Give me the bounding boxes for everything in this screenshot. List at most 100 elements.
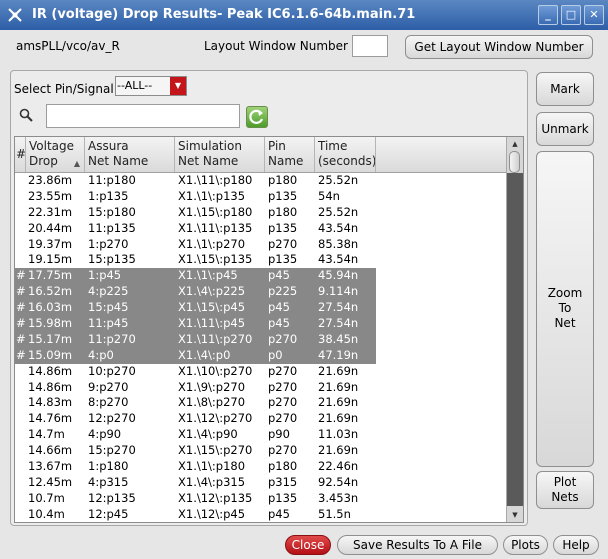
- cell-simulation-net: X1.\11\:p135: [178, 220, 253, 235]
- cell-simulation-net: X1.\1\:p45: [178, 268, 238, 283]
- cell-time: 22.46n: [318, 459, 359, 474]
- help-button[interactable]: Help: [553, 535, 599, 555]
- col-header-assura-net[interactable]: Assura Net Name: [85, 137, 175, 172]
- mark-button[interactable]: Mark: [536, 72, 594, 106]
- cell-simulation-net: X1.\11\:p270: [178, 331, 253, 346]
- col-header-time[interactable]: Time (seconds): [315, 137, 376, 172]
- cell-pin-name: p270: [268, 236, 298, 251]
- cell-voltage-drop: 10.7m: [28, 490, 65, 505]
- scroll-track[interactable]: [507, 173, 523, 506]
- col-header-voltage-drop[interactable]: Voltage Drop ▲: [26, 137, 85, 172]
- cell-simulation-net: X1.\10\:p270: [178, 363, 253, 378]
- table-row[interactable]: 14.7m 4:p90 X1.\4\:p90 p90 11.03n: [15, 427, 509, 443]
- table-row[interactable]: 19.37m 1:p270 X1.\1\:p270 p270 85.38n: [15, 237, 509, 253]
- table-row[interactable]: 10.7m 12:p135 X1.\12\:p135 p135 3.453n: [15, 491, 509, 507]
- col-header-pin-name[interactable]: Pin Name: [265, 137, 315, 172]
- table-row[interactable]: #15.09m 4:p0 X1.\4\:p0 p0 47.19n: [15, 347, 509, 364]
- cell-time: 9.114n: [318, 284, 359, 299]
- table-row[interactable]: 23.86m 11:p180 X1.\11\:p180 p180 25.52n: [15, 173, 509, 189]
- table-row[interactable]: 12.45m 4:p315 X1.\4\:p315 p315 92.54n: [15, 475, 509, 491]
- get-layout-window-number-button[interactable]: Get Layout Window Number: [405, 35, 593, 59]
- maximize-button[interactable]: □: [561, 5, 581, 25]
- scroll-down-icon[interactable]: ▼: [507, 508, 523, 522]
- cell-time: 27.54n: [318, 300, 359, 315]
- cell-assura-net: 12:p135: [88, 490, 136, 505]
- table-row[interactable]: 23.55m 1:p135 X1.\1\:p135 p135 54n: [15, 189, 509, 205]
- plot-nets-button[interactable]: Plot Nets: [536, 471, 594, 509]
- close-button[interactable]: Close: [285, 535, 331, 555]
- cell-time: 27.54n: [318, 316, 359, 331]
- cell-simulation-net: X1.\11\:p180: [178, 173, 253, 187]
- cell-assura-net: 11:p180: [88, 173, 136, 187]
- col-header-mark[interactable]: #: [15, 137, 26, 172]
- layout-window-number-input[interactable]: [352, 35, 388, 57]
- cell-voltage-drop: 14.86m: [28, 379, 73, 394]
- cell-time: 45.94n: [318, 268, 359, 283]
- row-mark: #: [16, 316, 26, 331]
- row-mark: #: [16, 347, 26, 362]
- cell-assura-net: 9:p270: [88, 379, 129, 394]
- app-icon[interactable]: [6, 6, 24, 24]
- row-mark: #: [16, 284, 26, 299]
- table-row[interactable]: 14.86m 10:p270 X1.\10\:p270 p270 21.69n: [15, 364, 509, 380]
- cell-voltage-drop: 23.86m: [28, 173, 73, 187]
- table-row[interactable]: 14.86m 9:p270 X1.\9\:p270 p270 21.69n: [15, 380, 509, 396]
- save-results-button[interactable]: Save Results To A File: [337, 535, 498, 555]
- table-row[interactable]: 10.4m 12:p45 X1.\12\:p45 p45 51.5n: [15, 507, 509, 522]
- col-header-simulation-net[interactable]: Simulation Net Name: [175, 137, 265, 172]
- zoom-to-net-button[interactable]: Zoom To Net: [536, 151, 594, 467]
- cell-time: 38.45n: [318, 331, 359, 346]
- cell-time: 21.69n: [318, 363, 359, 378]
- table-row[interactable]: 14.66m 15:p270 X1.\15\:p270 p270 21.69n: [15, 443, 509, 459]
- title-bar: IR (voltage) Drop Results- Peak IC6.1.6-…: [0, 0, 608, 30]
- minimize-button[interactable]: _: [538, 5, 558, 25]
- cell-pin-name: p90: [268, 427, 290, 442]
- table-row[interactable]: 14.76m 12:p270 X1.\12\:p270 p270 21.69n: [15, 411, 509, 427]
- scroll-thumb[interactable]: [509, 151, 520, 173]
- cell-simulation-net: X1.\12\:p135: [178, 490, 253, 505]
- cell-pin-name: p270: [268, 331, 298, 346]
- cell-pin-name: p180: [268, 204, 298, 219]
- cell-voltage-drop: 17.75m: [28, 268, 73, 283]
- table-row[interactable]: #16.52m 4:p225 X1.\4\:p225 p225 9.114n: [15, 284, 509, 301]
- scroll-up-icon[interactable]: ▲: [507, 137, 523, 151]
- cell-path-label: amsPLL/vco/av_R: [16, 39, 120, 53]
- cell-pin-name: p315: [268, 474, 298, 489]
- table-row[interactable]: #15.17m 11:p270 X1.\11\:p270 p270 38.45n: [15, 331, 509, 348]
- cell-assura-net: 15:p45: [88, 300, 129, 315]
- table-row[interactable]: 19.15m 15:p135 X1.\15\:p135 p135 43.54n: [15, 252, 509, 268]
- table-row[interactable]: 14.83m 8:p270 X1.\8\:p270 p270 21.69n: [15, 395, 509, 411]
- cell-time: 11.03n: [318, 427, 359, 442]
- cell-pin-name: p45: [268, 300, 290, 315]
- plot-nets-line-1: Plot: [553, 475, 577, 489]
- cell-voltage-drop: 15.09m: [28, 347, 73, 362]
- table-row[interactable]: #15.98m 11:p45 X1.\11\:p45 p45 27.54n: [15, 316, 509, 332]
- window-title: IR (voltage) Drop Results- Peak IC6.1.6-…: [32, 7, 416, 22]
- cell-assura-net: 15:p180: [88, 204, 136, 219]
- table-row[interactable]: 13.67m 1:p180 X1.\1\:p180 p180 22.46n: [15, 459, 509, 475]
- cell-simulation-net: X1.\1\:p135: [178, 188, 246, 203]
- cell-simulation-net: X1.\11\:p45: [178, 316, 246, 331]
- search-icon: [19, 108, 33, 122]
- apply-search-button[interactable]: [246, 106, 268, 128]
- window-close-button[interactable]: ✕: [584, 5, 604, 25]
- pin-signal-select[interactable]: --ALL-- ▼: [115, 76, 187, 96]
- layout-window-label: Layout Window Number: [204, 39, 348, 53]
- cell-assura-net: 1:p45: [88, 268, 122, 283]
- cell-assura-net: 4:p0: [88, 347, 114, 362]
- cell-time: 47.19n: [318, 347, 359, 362]
- dropdown-arrow-icon[interactable]: ▼: [170, 77, 186, 95]
- table-row[interactable]: 20.44m 11:p135 X1.\11\:p135 p135 43.54n: [15, 221, 509, 237]
- table-row[interactable]: #16.03m 15:p45 X1.\15\:p45 p45 27.54n: [15, 300, 509, 317]
- cell-time: 43.54n: [318, 220, 359, 235]
- cell-time: 21.69n: [318, 379, 359, 394]
- unmark-button[interactable]: Unmark: [536, 112, 594, 146]
- search-input[interactable]: [46, 104, 240, 128]
- table-row[interactable]: 22.31m 15:p180 X1.\15\:p180 p180 25.52n: [15, 205, 509, 221]
- vertical-scrollbar[interactable]: ▲ ▼: [506, 137, 523, 522]
- cell-time: 25.52n: [318, 204, 359, 219]
- table-row[interactable]: #17.75m 1:p45 X1.\1\:p45 p45 45.94n: [15, 268, 509, 285]
- cell-time: 92.54n: [318, 474, 359, 489]
- plots-button[interactable]: Plots: [503, 535, 548, 555]
- cell-voltage-drop: 13.67m: [28, 459, 73, 474]
